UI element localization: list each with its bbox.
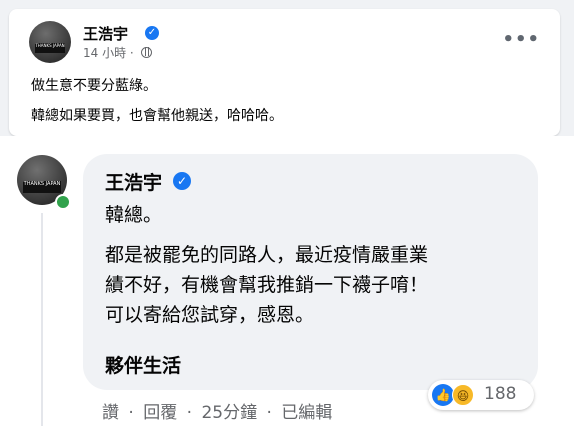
like-button[interactable]: 讚 [102,403,119,423]
comment-text-line-3: 績不好，有機會幫我推銷一下襪子唷！ [105,274,429,296]
comment-signature: 夥伴生活 [105,355,182,377]
comment-time[interactable]: 25分鐘 [201,403,257,423]
post-author-name[interactable]: 王浩宇 [83,23,128,44]
comment-author-name[interactable]: 王浩宇 [105,168,162,195]
post-card: THANKS JAPAN 王浩宇 ✓ 14 小時 · ••• 做生意不要分藍綠。… [9,9,560,136]
separator-dot: · [266,403,272,423]
separator-dot: · [186,403,193,423]
reply-button[interactable]: 回覆 [143,403,177,423]
comment-actions: 讚 · 回覆 · 25分鐘 · 已編輯 [102,398,336,423]
comment-text-line-1: 韓總。 [105,204,163,226]
comment-text-line-2: 都是被罷免的同路人，最近疫情嚴重業 [105,244,429,266]
separator-dot: · [128,403,134,423]
avatar-caption: THANKS JAPAN [35,43,65,53]
author-avatar[interactable]: THANKS JAPAN [29,21,71,63]
haha-reaction-icon: 😆 [452,384,474,406]
post-text-line-1: 做生意不要分藍綠。 [31,78,157,94]
more-options-icon[interactable]: ••• [502,29,540,50]
reaction-count: 188 [484,384,517,404]
avatar-caption: THANKS JAPAN [23,181,61,193]
thread-line [41,213,43,426]
reaction-summary[interactable]: 👍 😆 188 [428,380,534,410]
globe-icon[interactable] [140,47,152,58]
like-reaction-icon: 👍 [432,384,454,406]
verified-badge-icon: ✓ [173,172,191,190]
comment-bubble: 王浩宇 ✓ 韓總。 都是被罷免的同路人，最近疫情嚴重業 績不好，有機會幫我推銷一… [83,154,538,390]
edited-label[interactable]: 已編輯 [281,403,332,423]
post-text-line-2: 韓總如果要買，也會幫他親送，哈哈哈。 [31,108,283,124]
online-status-icon [55,194,71,210]
comment-text-line-4: 可以寄給您試穿，感恩。 [105,304,315,326]
verified-badge-icon: ✓ [145,26,159,40]
post-meta: 14 小時 · [83,44,152,61]
separator-dot: · [129,46,134,60]
post-time[interactable]: 14 小時 [83,46,126,60]
